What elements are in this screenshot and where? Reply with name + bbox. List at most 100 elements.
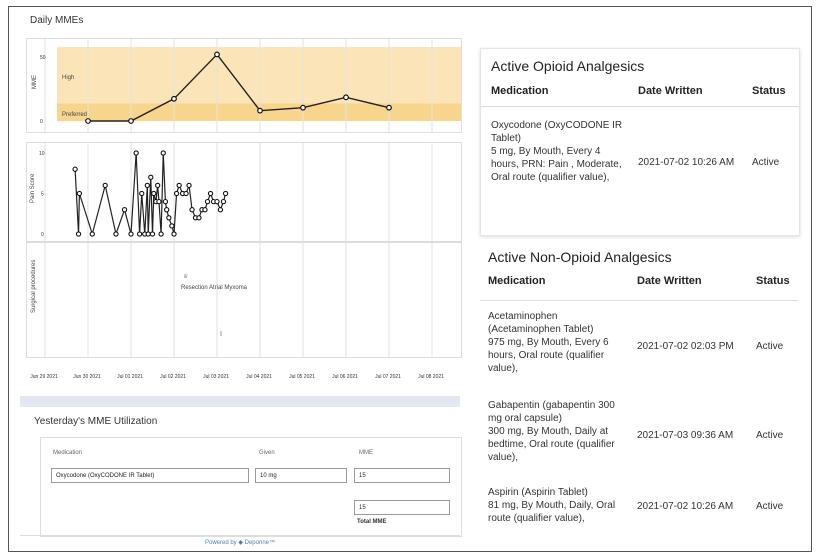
- pain-data-point: [171, 231, 177, 237]
- surgery-event-label: Resection Atrial Myxoma: [181, 285, 248, 291]
- section-divider-band: [20, 396, 460, 407]
- utilization-panel: Medication Given MME Oxycodone (OxyCODON…: [40, 437, 462, 537]
- pain-data-point: [133, 150, 139, 156]
- pain-data-point: [128, 231, 134, 237]
- non-opioid-row-2-status: Active: [756, 430, 784, 441]
- opioid-card-title: Active Opioid Analgesics: [491, 58, 645, 74]
- pain-data-point: [173, 190, 180, 197]
- non-opioid-header-divider: [480, 300, 798, 301]
- pain-chart-panel: 10 5 0 Pain Score: [26, 142, 462, 242]
- y-tick-label: 10: [39, 151, 45, 157]
- surgical-procedures-chart: Surgical procedures ♕ Resection Atrial Myx…: [31, 243, 433, 357]
- non-opioid-card-title: Active Non-Opioid Analgesics: [488, 249, 672, 265]
- opioid-row-status: Active: [752, 157, 780, 168]
- x-tick-label: Jun 30 2021: [73, 374, 101, 380]
- pain-data-point: [217, 207, 224, 213]
- pain-data-point: [214, 198, 220, 205]
- util-header-medication: Medication: [53, 450, 83, 456]
- pain-data-point: [186, 182, 192, 189]
- pain-data-point: [158, 231, 164, 237]
- pain-data-point: [169, 223, 175, 229]
- util-header-mme: MME: [359, 450, 373, 456]
- x-tick-label: Jul 07 2021: [375, 374, 401, 380]
- mme-data-point: [343, 94, 349, 101]
- opioid-header-date: Date Written: [638, 85, 703, 97]
- x-tick-label: Jul 04 2021: [246, 374, 272, 380]
- pain-data-point: [145, 231, 151, 237]
- pain-data-point: [162, 198, 169, 205]
- x-tick-label: Jun 29 2021: [30, 374, 58, 380]
- non-opioid-row-3-medication: Aspirin (Aspirin Tablet) 81 mg, By Mouth…: [488, 487, 616, 524]
- pain-data-point: [160, 150, 166, 156]
- pain-data-point: [144, 182, 150, 189]
- y-tick-label: 0: [40, 119, 43, 125]
- non-opioid-card: Active Non-Opioid Analgesics Medication …: [480, 240, 798, 540]
- non-opioid-header-status: Status: [756, 275, 790, 287]
- pain-series-line: [74, 152, 227, 237]
- util-medication-field[interactable]: Oxycodone (OxyCODONE IR Tablet): [51, 468, 249, 483]
- non-opioid-row-2-medication: Gabapentin (gabapentin 300 mg oral capsu…: [488, 400, 615, 463]
- pain-data-point: [121, 207, 128, 213]
- x-tick-label: Jul 03 2021: [203, 374, 229, 380]
- opioid-header-divider: [481, 106, 799, 107]
- non-opioid-row-3-date: 2021-07-02 10:26 AM: [637, 501, 734, 512]
- powered-by-footer: Powered by ◆ Deponne™: [20, 535, 460, 546]
- utilization-title: Yesterday's MME Utilization: [34, 416, 158, 427]
- y-tick-label: 5: [41, 192, 44, 198]
- mme-chart: 50 0 MME High Preferred: [32, 39, 461, 132]
- mme-data-point: [171, 95, 177, 102]
- pain-data-point: [89, 231, 95, 237]
- pain-data-point: [155, 182, 161, 189]
- pain-data-point: [183, 190, 189, 197]
- opioid-row-date: 2021-07-02 10:26 AM: [638, 157, 735, 168]
- mme-data-point: [300, 104, 306, 111]
- y-axis-label: MME: [32, 75, 38, 89]
- pain-data-point: [222, 190, 229, 197]
- surgery-icon: ♕: [183, 273, 188, 280]
- y-axis-label: Pain Score: [30, 173, 36, 203]
- pain-data-point: [149, 231, 156, 237]
- y-tick-label: 0: [41, 232, 44, 238]
- opioid-card: Active Opioid Analgesics Medication Date…: [480, 48, 800, 236]
- y-axis-label: Surgical procedures: [31, 260, 37, 313]
- util-mme-field[interactable]: 15: [354, 468, 450, 483]
- mme-data-point: [214, 51, 220, 58]
- pain-data-point: [166, 215, 172, 221]
- pain-data-point: [196, 215, 202, 221]
- x-tick-label: Jul 02 2021: [160, 374, 186, 380]
- x-axis: Jun 29 2021 Jun 30 2021 Jul 01 2021 Jul 02 …: [30, 374, 444, 380]
- pain-score-chart: 10 5 0 Pain Score: [30, 143, 433, 241]
- pain-data-point: [164, 207, 170, 213]
- high-zone-band: [57, 47, 461, 104]
- x-tick-label: Jul 08 2021: [418, 374, 444, 380]
- surgical-panel: Surgical procedures ♕ Resection Atrial Myx…: [26, 242, 462, 358]
- util-given-field[interactable]: 10 mg: [255, 468, 347, 483]
- pain-data-point: [176, 182, 182, 189]
- pain-data-point: [220, 198, 227, 205]
- mme-chart-panel: 50 0 MME High Preferred: [26, 38, 462, 133]
- pain-data-point: [136, 231, 143, 237]
- non-opioid-row-1-date: 2021-07-02 02:03 PM: [637, 341, 734, 352]
- opioid-row-medication: Oxycodone (OxyCODONE IR Tablet) 5 mg, By…: [491, 120, 623, 183]
- total-mme-field[interactable]: 15: [354, 500, 450, 515]
- daily-mme-title: Daily MMEs: [30, 15, 84, 26]
- non-opioid-row-1-medication: Acetaminophen (Acetaminophen Tablet) 975…: [488, 311, 609, 374]
- opioid-header-medication: Medication: [491, 85, 549, 97]
- high-zone-label: High: [62, 75, 74, 81]
- x-tick-label: Jul 06 2021: [332, 374, 358, 380]
- non-opioid-row-1-status: Active: [756, 341, 784, 352]
- opioid-header-status: Status: [752, 85, 786, 97]
- pain-data-point: [102, 182, 108, 189]
- total-mme-label: Total MME: [357, 519, 387, 525]
- pain-data-point: [113, 231, 119, 237]
- non-opioid-header-medication: Medication: [488, 275, 546, 287]
- pain-data-point: [204, 198, 211, 205]
- preferred-zone-label: Preferred: [62, 112, 87, 118]
- pain-data-point: [151, 190, 157, 197]
- pain-data-point: [156, 198, 162, 205]
- pain-data-point: [207, 190, 214, 197]
- mme-data-point: [257, 107, 263, 114]
- non-opioid-row-2-date: 2021-07-03 09:36 AM: [637, 430, 734, 441]
- pain-data-point: [202, 207, 208, 213]
- y-tick-label: 50: [40, 55, 46, 61]
